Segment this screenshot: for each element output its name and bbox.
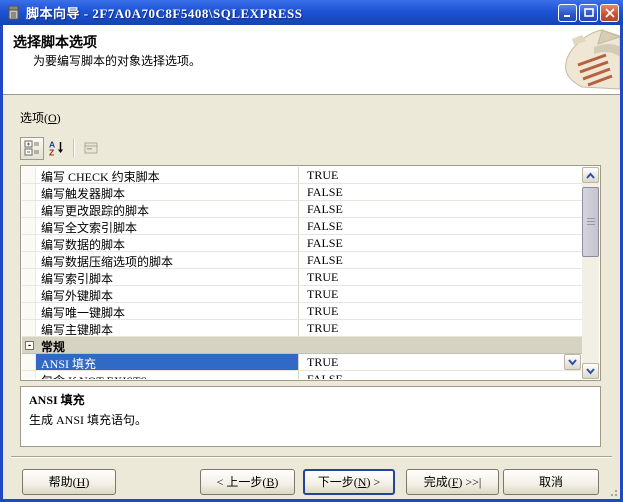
row-value: FALSE — [299, 218, 582, 234]
row-margin — [22, 184, 36, 200]
close-icon — [605, 8, 615, 18]
row-value: TRUE — [299, 167, 582, 183]
row-margin — [22, 218, 36, 234]
row-value: FALSE — [299, 235, 582, 251]
resize-grip[interactable] — [608, 487, 618, 497]
row-margin — [22, 201, 36, 217]
row-value: FALSE — [299, 252, 582, 268]
chevron-down-icon — [568, 359, 577, 366]
category-row-general[interactable]: - 常规 — [22, 337, 582, 354]
grid-row[interactable]: 编写外键脚本 TRUE — [22, 286, 582, 303]
grid-row[interactable]: 编写数据压缩选项的脚本 FALSE — [22, 252, 582, 269]
page-subtitle: 为要编写脚本的对象选择选项。 — [33, 52, 201, 69]
minimize-icon — [563, 8, 573, 18]
row-label: 编写唯一键脚本 — [36, 303, 299, 319]
scrollbar-thumb[interactable] — [582, 187, 599, 257]
description-title: ANSI 填充 — [29, 391, 592, 408]
cancel-button[interactable]: 取消 — [503, 469, 599, 495]
scroll-down-button[interactable] — [582, 363, 599, 379]
row-margin — [22, 252, 36, 268]
row-margin — [22, 235, 36, 251]
row-label: 编写全文索引脚本 — [36, 218, 299, 234]
grid-row-ansi-padding[interactable]: ANSI 填充 TRUE — [22, 354, 582, 371]
alphabetical-sort-button[interactable]: A Z — [44, 137, 68, 160]
chevron-down-icon — [586, 368, 595, 375]
property-grid-rows: 编写 CHECK 约束脚本 TRUE 编写触发器脚本 FALSE 编写更改跟踪的… — [22, 167, 582, 379]
grid-row[interactable]: 编写主键脚本 TRUE — [22, 320, 582, 337]
row-value: TRUE — [299, 286, 582, 302]
row-margin — [22, 167, 36, 183]
scrollbar-grip — [587, 218, 595, 226]
help-button[interactable]: 帮助(H) — [22, 469, 116, 495]
row-margin — [22, 371, 36, 379]
wizard-header: 选择脚本选项 为要编写脚本的对象选择选项。 — [3, 25, 620, 95]
grid-row[interactable]: 编写唯一键脚本 TRUE — [22, 303, 582, 320]
toolbar-separator — [73, 139, 74, 157]
row-label: 编写触发器脚本 — [36, 184, 299, 200]
property-pages-button[interactable] — [79, 137, 103, 160]
vertical-scrollbar — [582, 167, 599, 379]
grid-row[interactable]: 编写数据的脚本 FALSE — [22, 235, 582, 252]
row-margin — [22, 303, 36, 319]
row-label: 编写外键脚本 — [36, 286, 299, 302]
grid-row[interactable]: 编写 CHECK 约束脚本 TRUE — [22, 167, 582, 184]
script-scroll-icon — [558, 27, 620, 91]
app-icon — [6, 5, 22, 21]
row-value: FALSE — [299, 371, 582, 379]
window-title: 脚本向导 - 2F7A0A70C8F5408\SQLEXPRESS — [26, 3, 558, 22]
finish-button[interactable]: 完成(F) >>| — [406, 469, 499, 495]
maximize-icon — [584, 8, 594, 18]
row-label: 编写数据的脚本 — [36, 235, 299, 251]
category-label: 常规 — [36, 337, 299, 353]
row-margin — [22, 354, 36, 370]
row-value: FALSE — [299, 201, 582, 217]
value-dropdown-button[interactable] — [564, 354, 581, 370]
scroll-up-button[interactable] — [582, 167, 599, 183]
page-title: 选择脚本选项 — [13, 32, 97, 52]
row-value: TRUE — [299, 354, 582, 370]
row-margin — [22, 269, 36, 285]
grid-row[interactable]: 编写触发器脚本 FALSE — [22, 184, 582, 201]
categorized-icon — [24, 140, 40, 156]
grid-row[interactable]: 编写索引脚本 TRUE — [22, 269, 582, 286]
row-value: TRUE — [299, 303, 582, 319]
close-button[interactable] — [600, 4, 619, 22]
next-button[interactable]: 下一步(N) > — [303, 469, 395, 495]
grid-row[interactable]: 编写全文索引脚本 FALSE — [22, 218, 582, 235]
dialog-client-area: 选择脚本选项 为要编写脚本的对象选择选项。 选项(O) — [3, 25, 620, 499]
row-label: 编写数据压缩选项的脚本 — [36, 252, 299, 268]
row-value: TRUE — [299, 269, 582, 285]
options-label: 选项(O) — [20, 109, 61, 126]
grid-row[interactable]: 编写更改跟踪的脚本 FALSE — [22, 201, 582, 218]
description-panel: ANSI 填充 生成 ANSI 填充语句。 — [20, 386, 601, 447]
collapse-icon[interactable]: - — [25, 341, 34, 350]
svg-text:Z: Z — [49, 148, 54, 157]
row-label: 编写 CHECK 约束脚本 — [36, 167, 299, 183]
back-button[interactable]: < 上一步(B) — [200, 469, 295, 495]
wizard-window: 脚本向导 - 2F7A0A70C8F5408\SQLEXPRESS 选择脚本选项… — [0, 0, 623, 502]
description-text: 生成 ANSI 填充语句。 — [29, 411, 592, 428]
row-margin — [22, 286, 36, 302]
row-value: TRUE — [299, 320, 582, 336]
chevron-up-icon — [586, 172, 595, 179]
row-label: ANSI 填充 — [36, 354, 299, 370]
maximize-button[interactable] — [579, 4, 598, 22]
row-value: FALSE — [299, 184, 582, 200]
footer-divider — [11, 456, 612, 458]
row-label: 编写更改跟踪的脚本 — [36, 201, 299, 217]
title-bar: 脚本向导 - 2F7A0A70C8F5408\SQLEXPRESS — [0, 0, 623, 25]
row-margin — [22, 320, 36, 336]
grid-row[interactable]: 包含 If NOT EXISTS FALSE — [22, 371, 582, 379]
az-sort-icon: A Z — [48, 140, 64, 156]
property-grid: 编写 CHECK 约束脚本 TRUE 编写触发器脚本 FALSE 编写更改跟踪的… — [20, 165, 601, 381]
property-grid-toolbar: A Z — [20, 135, 103, 161]
row-label: 编写索引脚本 — [36, 269, 299, 285]
row-label: 编写主键脚本 — [36, 320, 299, 336]
categorized-button[interactable] — [20, 137, 44, 160]
row-label: 包含 If NOT EXISTS — [36, 371, 299, 379]
property-pages-icon — [83, 140, 99, 156]
minimize-button[interactable] — [558, 4, 577, 22]
